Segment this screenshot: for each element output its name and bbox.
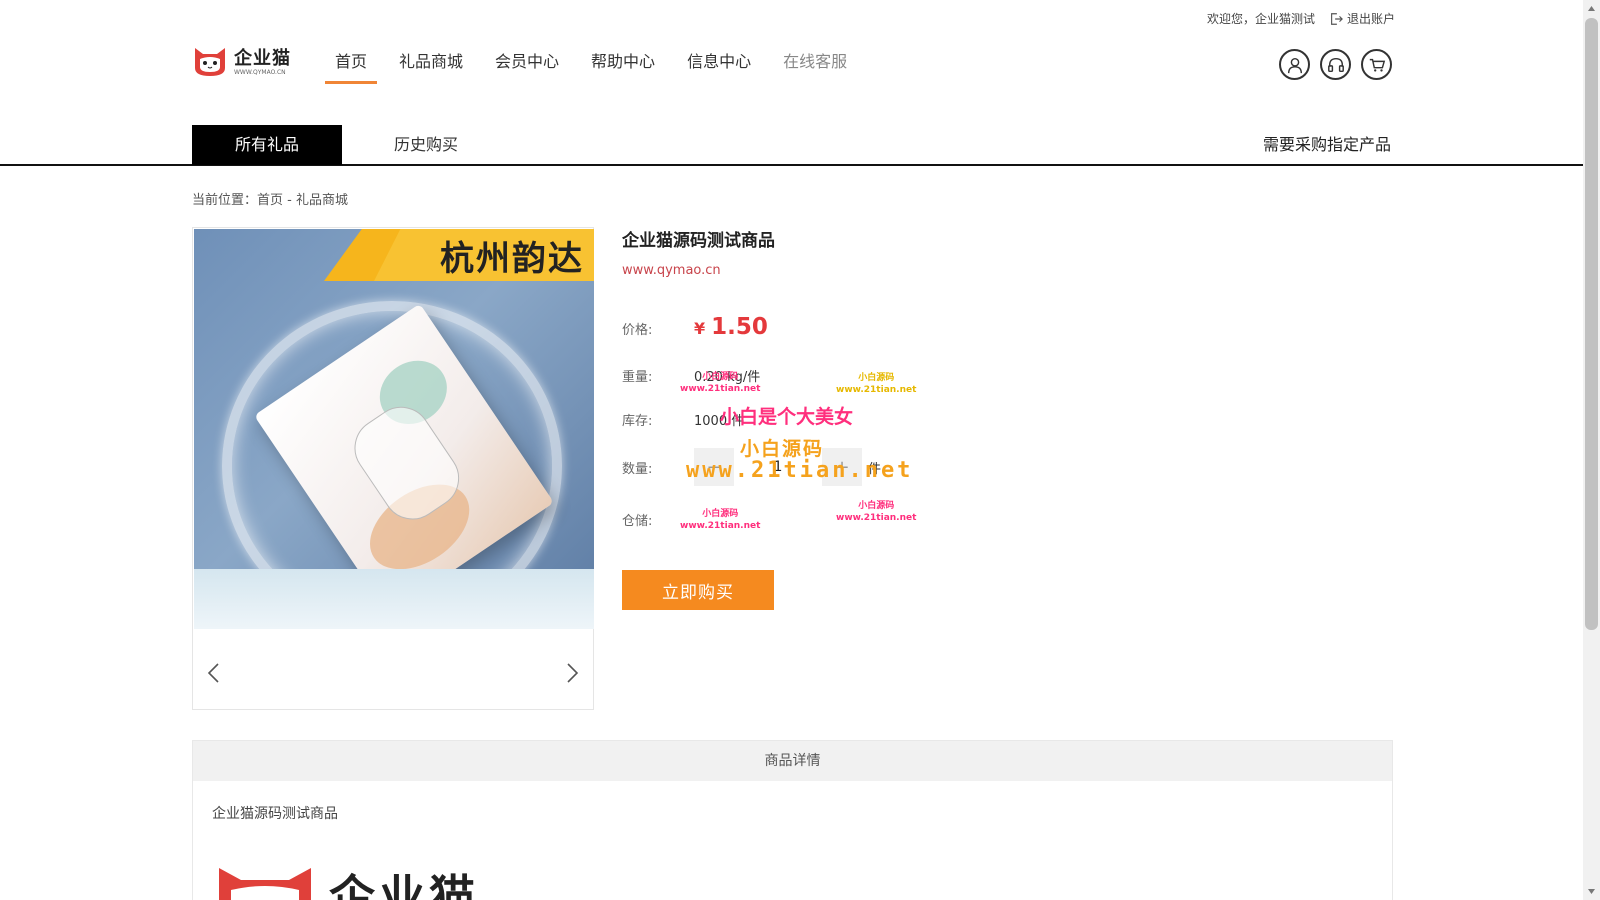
- detail-text: 企业猫源码测试商品: [212, 806, 338, 822]
- quantity-unit: 件: [868, 461, 882, 477]
- product-detail-section: 商品详情 企业猫源码测试商品 企业猫: [192, 740, 1393, 900]
- price-value: 1.50: [711, 314, 768, 340]
- stock-row: 库存: 1000 件: [622, 410, 744, 429]
- cart-icon: [1369, 58, 1385, 72]
- quantity-row: 数量: − + 件: [622, 448, 881, 486]
- logout-label: 退出账户: [1346, 12, 1395, 26]
- scrollbar-thumb[interactable]: [1585, 18, 1598, 630]
- watermark-small-4-url: www.21tian.net: [836, 513, 917, 523]
- chevron-left-icon: [207, 663, 219, 683]
- chevron-right-icon: [567, 663, 579, 683]
- product-name: 企业猫源码测试商品: [622, 231, 775, 251]
- quantity-stepper: − + 件: [694, 448, 881, 486]
- welcome-text: 欢迎您，企业猫测试: [1206, 12, 1315, 26]
- image-base: [194, 569, 594, 629]
- scroll-down-icon[interactable]: [1587, 887, 1596, 896]
- watermark-small-2-url: www.21tian.net: [836, 385, 917, 395]
- price-currency: ¥: [694, 319, 706, 338]
- gallery-prev-button[interactable]: [201, 658, 225, 688]
- warehouse-row: 仓储:: [622, 510, 694, 529]
- headset-icon: [1327, 57, 1344, 72]
- price-row: 价格: ¥1.50: [622, 314, 768, 340]
- breadcrumb: 当前位置：首页 - 礼品商城: [192, 189, 348, 208]
- tab-all-gifts[interactable]: 所有礼品: [192, 125, 342, 165]
- quantity-label: 数量:: [622, 461, 653, 477]
- top-bar: 欢迎您，企业猫测试 退出账户: [1207, 10, 1395, 27]
- user-button[interactable]: [1279, 49, 1310, 80]
- nav-help-center[interactable]: 帮助中心: [581, 44, 665, 84]
- quantity-input[interactable]: [734, 448, 822, 486]
- main-nav: 首页 礼品商城 会员中心 帮助中心 信息中心 在线客服: [325, 44, 869, 84]
- nav-info-center[interactable]: 信息中心: [677, 44, 761, 84]
- product-site-link[interactable]: www.qymao.cn: [622, 263, 1182, 278]
- detail-tab-title[interactable]: 商品详情: [193, 741, 1392, 781]
- site-logo[interactable]: 企业猫 WWW.QYMAO.CN: [192, 46, 291, 78]
- logout-icon: [1331, 12, 1343, 25]
- watermark-small-4: 小白源码 www.21tian.net: [836, 500, 916, 524]
- product-image: 杭州韵达: [194, 229, 594, 629]
- breadcrumb-home[interactable]: 首页: [257, 193, 283, 208]
- stock-value: 1000 件: [694, 414, 745, 429]
- need-specific-product-link[interactable]: 需要采购指定产品: [1263, 125, 1391, 165]
- nav-gift-mall[interactable]: 礼品商城: [389, 44, 473, 84]
- weight-row: 重量: 0.20 kg/件: [622, 366, 760, 385]
- buy-now-button[interactable]: 立即购买: [622, 570, 774, 610]
- gallery-next-button[interactable]: [561, 658, 585, 688]
- cart-button[interactable]: [1361, 49, 1392, 80]
- watermark-small-4-name: 小白源码: [858, 501, 895, 511]
- nav-home[interactable]: 首页: [325, 44, 378, 84]
- tab-purchase-history[interactable]: 历史购买: [366, 125, 486, 165]
- nav-member-center[interactable]: 会员中心: [485, 44, 569, 84]
- watermark-small-2: 小白源码 www.21tian.net: [836, 372, 916, 396]
- scroll-up-icon[interactable]: [1587, 4, 1596, 13]
- warehouse-label: 仓储:: [622, 514, 653, 529]
- product-info: 企业猫源码测试商品 www.qymao.cn 价格: ¥1.50 重量: 0.20 …: [622, 226, 1182, 610]
- logout-link[interactable]: 退出账户: [1329, 10, 1395, 27]
- weight-value: 0.20 kg/件: [694, 370, 761, 385]
- breadcrumb-current[interactable]: 礼品商城: [296, 193, 348, 208]
- detail-logo-text: 企业猫: [329, 870, 479, 900]
- quantity-decrease-button[interactable]: −: [694, 448, 734, 486]
- image-banner-text: 杭州韵达: [440, 239, 584, 279]
- nav-online-service[interactable]: 在线客服: [773, 44, 857, 84]
- header-icons: [1279, 49, 1392, 80]
- stock-label: 库存:: [622, 414, 653, 429]
- cat-logo-icon: [195, 48, 225, 76]
- user-icon: [1287, 57, 1302, 73]
- logo-url: WWW.QYMAO.CN: [234, 68, 286, 76]
- breadcrumb-prefix: 当前位置：: [192, 193, 258, 208]
- page-scrollbar[interactable]: [1583, 0, 1600, 900]
- cat-logo-icon: [219, 868, 311, 900]
- quantity-increase-button[interactable]: +: [822, 448, 862, 486]
- price-label: 价格:: [622, 323, 653, 338]
- detail-logo: 企业猫: [215, 861, 479, 900]
- breadcrumb-separator: -: [283, 193, 296, 208]
- logo-name: 企业猫: [234, 47, 291, 69]
- product-gallery: 杭州韵达: [192, 227, 594, 710]
- sub-tabs: 所有礼品 历史购买 需要采购指定产品: [0, 125, 1583, 166]
- service-button[interactable]: [1320, 49, 1351, 80]
- weight-label: 重量:: [622, 370, 653, 385]
- watermark-small-2-name: 小白源码: [858, 373, 895, 383]
